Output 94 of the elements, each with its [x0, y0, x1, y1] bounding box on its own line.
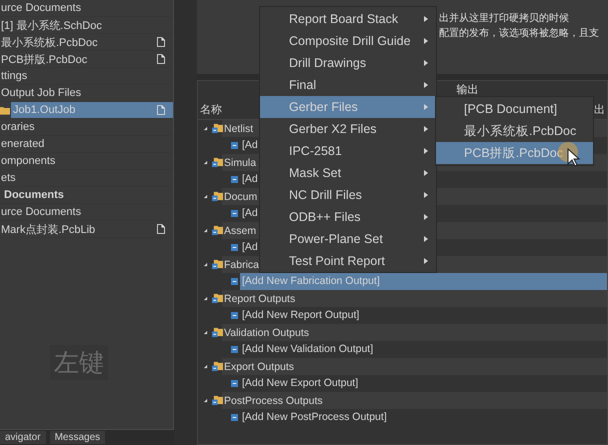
project-tree-item[interactable]: Documents: [0, 187, 173, 204]
expand-arrow-icon[interactable]: [203, 194, 208, 199]
add-output-row[interactable]: [Ad: [240, 205, 260, 222]
add-icon: [231, 210, 238, 217]
add-output-row[interactable]: [Ad: [240, 171, 260, 188]
project-tree-item[interactable]: Output Job Files: [0, 85, 173, 102]
menu-item[interactable]: Report Board Stack: [260, 8, 436, 30]
output-group-label[interactable]: Validation Outputs: [224, 326, 310, 338]
column-header: 出: [594, 103, 606, 117]
output-group-label[interactable]: Docum: [224, 190, 258, 202]
folder-icon: [212, 327, 223, 338]
output-group-label[interactable]: Fabrica: [224, 258, 260, 270]
output-group-label[interactable]: Export Outputs: [224, 360, 294, 372]
section-header: 输出: [456, 84, 478, 96]
expand-arrow-icon[interactable]: [203, 364, 208, 369]
project-tree-item[interactable]: 最小系统板.PcbDoc: [0, 34, 173, 51]
menu-item[interactable]: Mask Set: [260, 162, 436, 184]
menu-item[interactable]: Power-Plane Set: [260, 228, 436, 250]
submenu-arrow-icon: [424, 214, 428, 220]
folder-icon: [212, 293, 223, 304]
output-group-label[interactable]: Report Outputs: [224, 292, 296, 304]
project-tree-item[interactable]: oraries: [0, 119, 173, 136]
submenu-arrow-icon: [424, 126, 428, 132]
add-icon: [231, 244, 238, 251]
submenu-arrow-icon: [424, 258, 428, 264]
expand-arrow-icon[interactable]: [203, 296, 208, 301]
document-icon: [157, 105, 165, 115]
menu-item[interactable]: NC Drill Files: [260, 184, 436, 206]
submenu-arrow-icon: [424, 170, 428, 176]
add-icon: [231, 176, 238, 183]
expand-arrow-icon[interactable]: [203, 398, 208, 403]
add-icon: [231, 278, 238, 285]
add-output-row[interactable]: [Add New PostProcess Output]: [240, 409, 389, 426]
expand-arrow-icon[interactable]: [203, 330, 208, 335]
menu-item[interactable]: [PCB Document]: [436, 98, 593, 120]
add-output-row[interactable]: [Ad: [240, 239, 260, 256]
output-group-label[interactable]: Netlist: [224, 122, 254, 134]
folder-icon: [212, 259, 223, 270]
document-icon: [157, 54, 165, 64]
add-icon: [231, 142, 238, 149]
folder-icon: [212, 191, 223, 202]
submenu-arrow-icon: [424, 82, 428, 88]
expand-arrow-icon[interactable]: [203, 126, 208, 131]
folder-icon: [212, 395, 223, 406]
submenu-arrow-icon: [424, 16, 428, 22]
panel-tab[interactable]: Messages: [50, 431, 106, 444]
folder-icon: [212, 157, 223, 168]
project-tree-item[interactable]: Mark点封装.PcbLib: [0, 221, 173, 238]
document-icon: [157, 224, 165, 234]
column-header: 名称: [200, 103, 222, 117]
menu-item[interactable]: Gerber X2 Files: [260, 118, 436, 140]
submenu-arrow-icon: [424, 192, 428, 198]
expand-arrow-icon[interactable]: [203, 228, 208, 233]
menu-item[interactable]: ODB++ Files: [260, 206, 436, 228]
add-icon: [231, 380, 238, 387]
menu-item[interactable]: Final: [260, 74, 436, 96]
output-group-label[interactable]: PostProcess Outputs: [224, 394, 323, 406]
submenu-arrow-icon: [424, 38, 428, 44]
output-group-label[interactable]: Simula: [224, 156, 256, 168]
document-icon: [157, 37, 165, 47]
add-icon: [231, 312, 238, 319]
project-tree-item[interactable]: omponents: [0, 153, 173, 170]
panel-tab[interactable]: avigator: [0, 431, 46, 444]
project-tree-item[interactable]: urce Documents: [0, 204, 173, 221]
description-text: 出并从这里打印硬拷贝的时候: [439, 12, 570, 26]
add-icon: [231, 346, 238, 353]
project-tree-item[interactable]: urce Documents: [0, 0, 173, 17]
folder-icon: [212, 361, 223, 372]
project-tree-item[interactable]: PCB拼版.PcbDoc: [0, 51, 173, 68]
folder-icon: [212, 123, 223, 134]
project-tree-item[interactable]: ttings: [0, 68, 173, 85]
menu-item[interactable]: Drill Drawings: [260, 52, 436, 74]
description-text: 配置的发布，该选项将被忽略，且支: [439, 26, 600, 41]
add-output-row[interactable]: [Add New Export Output]: [240, 375, 360, 392]
submenu-arrow-icon: [424, 236, 428, 242]
menu-item[interactable]: IPC-2581: [260, 140, 436, 162]
menu-item[interactable]: Composite Drill Guide: [260, 30, 436, 52]
folder-icon: [0, 106, 10, 114]
project-tree-item[interactable]: ets: [0, 170, 173, 187]
add-output-row[interactable]: [Add New Report Output]: [240, 307, 362, 324]
add-output-row[interactable]: [Add New Validation Output]: [240, 341, 376, 358]
output-group-label[interactable]: Assem: [224, 224, 256, 236]
expand-arrow-icon[interactable]: [203, 262, 208, 267]
submenu-arrow-icon: [424, 104, 428, 110]
project-tree-item[interactable]: enerated: [0, 136, 173, 153]
submenu-arrow-icon: [424, 148, 428, 154]
expand-arrow-icon[interactable]: [203, 160, 208, 165]
folder-icon: [212, 225, 223, 236]
add-icon: [231, 414, 238, 421]
submenu-arrow-icon: [424, 60, 428, 66]
menu-item[interactable]: Test Point Report: [260, 250, 436, 272]
menu-item[interactable]: 最小系统板.PcbDoc: [436, 120, 593, 142]
add-output-row[interactable]: [Ad: [240, 137, 260, 154]
project-tree-item[interactable]: [1] 最小系统.SchDoc: [0, 17, 173, 34]
